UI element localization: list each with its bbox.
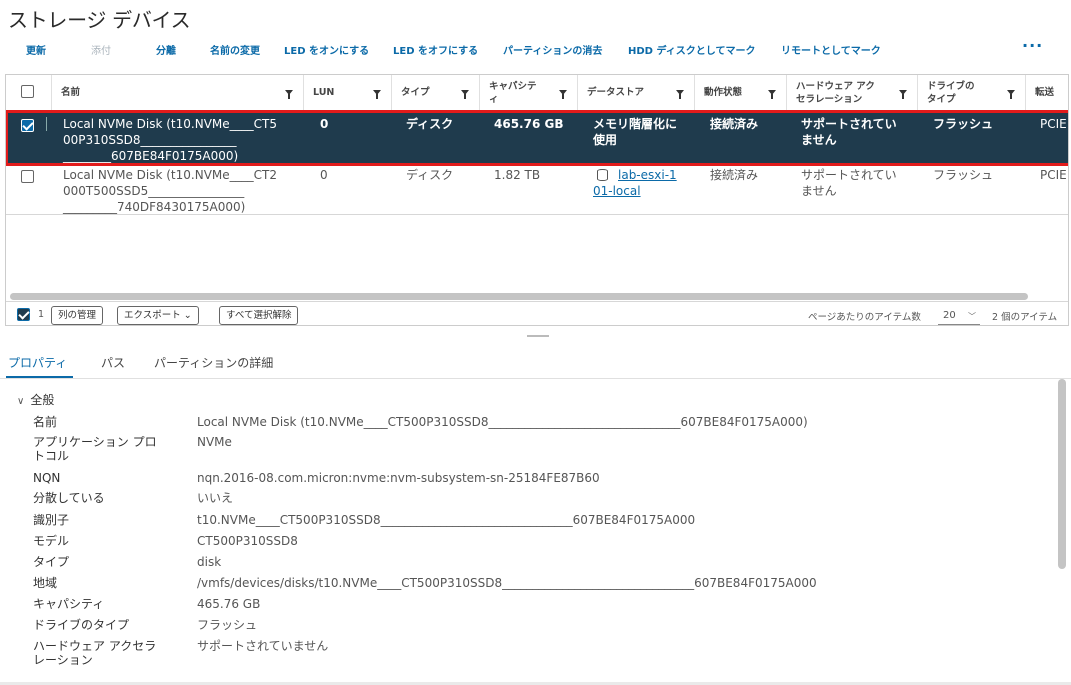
prop-value: いいえ	[197, 491, 234, 505]
column-header-op-state[interactable]: 動作状態	[694, 75, 786, 111]
prop-value: フラッシュ	[197, 618, 258, 632]
prop-value: 465.76 GB	[197, 597, 261, 611]
vertical-scrollbar[interactable]	[1058, 379, 1066, 569]
selected-count: 1	[38, 309, 45, 320]
prop-value: disk	[197, 555, 222, 569]
horizontal-scrollbar[interactable]	[10, 293, 1028, 300]
cell-type: ディスク	[406, 117, 454, 131]
cell-op-state: 接続済み	[710, 168, 759, 182]
cell-drive-type: フラッシュ	[933, 168, 994, 182]
page-title: ストレージ デバイス	[8, 8, 191, 32]
refresh-button[interactable]: 更新	[26, 42, 46, 57]
column-header-drive-type[interactable]: ドライブのタイプ	[917, 75, 1025, 111]
tab-partition-details[interactable]: パーティションの詳細	[154, 354, 273, 371]
cell-transport: PCIE	[1040, 117, 1067, 131]
table-row[interactable]: Local NVMe Disk (t10.NVMe____CT2 000T500…	[6, 165, 1068, 215]
grid-header: 名前 LUN タイプ キャパシティ データストア 動作状態 ハードウェア アクセ…	[6, 75, 1068, 111]
cell-hw-accel: サポートされてい ません	[801, 117, 897, 147]
prop-label: アプリケーション プロトコル	[33, 435, 157, 463]
cell-name: Local NVMe Disk (t10.NVMe____CT5 00P310S…	[63, 117, 277, 163]
tab-properties[interactable]: プロパティ	[8, 354, 67, 371]
prop-label: NQN	[33, 471, 61, 485]
cell-capacity: 465.76 GB	[494, 117, 564, 131]
column-header-datastore[interactable]: データストア	[577, 75, 694, 111]
filter-icon[interactable]	[676, 90, 684, 99]
cell-capacity: 1.82 TB	[494, 168, 541, 182]
mark-hdd-button[interactable]: HDD ディスクとしてマーク	[628, 42, 755, 57]
chevron-down-icon: ∨	[17, 396, 25, 407]
column-header-name[interactable]: 名前	[51, 75, 303, 111]
column-header-lun[interactable]: LUN	[303, 75, 391, 111]
filter-icon[interactable]	[1007, 90, 1015, 99]
filter-icon[interactable]	[373, 90, 381, 99]
cell-transport: PCIE	[1040, 168, 1067, 182]
toolbar: 更新 添付 分離 名前の変更 LED をオンにする LED をオフにする パーテ…	[14, 36, 1064, 62]
filter-icon[interactable]	[461, 90, 469, 99]
led-off-button[interactable]: LED をオフにする	[393, 42, 478, 57]
prop-label: モデル	[33, 534, 70, 548]
resize-handle[interactable]	[527, 335, 549, 337]
grid-footer: 1 列の管理 エクスポート ⌄ すべて選択解除 ページあたりのアイテム数 20 …	[6, 301, 1068, 325]
prop-label: 名前	[33, 415, 58, 429]
tab-paths[interactable]: パス	[101, 354, 125, 371]
column-header-capacity[interactable]: キャパシティ	[479, 75, 577, 111]
column-header-hw-accel[interactable]: ハードウェア アクセラレーション	[786, 75, 917, 111]
clear-selection-button[interactable]: すべて選択解除	[219, 306, 299, 325]
cell-op-state: 接続済み	[710, 117, 759, 131]
prop-value: nqn.2016-08.com.micron:nvme:nvm-subsyste…	[197, 471, 600, 485]
chevron-down-icon: ﹀	[968, 312, 976, 321]
prop-value: /vmfs/devices/disks/t10.NVMe____CT500P31…	[197, 576, 817, 590]
total-items: 2 個のアイテム	[992, 312, 1058, 323]
cell-hw-accel: サポートされてい ません	[801, 168, 897, 198]
row-checkbox[interactable]	[21, 170, 34, 183]
column-header-type[interactable]: タイプ	[391, 75, 479, 111]
prop-label: ハードウェア アクセラレーション	[33, 639, 157, 667]
prop-label: タイプ	[33, 555, 70, 569]
cell-lun: 0	[320, 168, 328, 182]
prop-value: Local NVMe Disk (t10.NVMe____CT500P310SS…	[197, 415, 808, 429]
items-per-page-select[interactable]: 20 ﹀	[938, 307, 980, 325]
filter-icon[interactable]	[559, 90, 567, 99]
erase-partitions-button[interactable]: パーティションの消去	[503, 42, 602, 57]
cell-name: Local NVMe Disk (t10.NVMe____CT2 000T500…	[63, 168, 277, 214]
more-actions-icon[interactable]: ···	[1022, 36, 1043, 55]
properties-panel: ∨ 全般 名前 Local NVMe Disk (t10.NVMe____CT50…	[0, 379, 1071, 685]
table-row[interactable]: Local NVMe Disk (t10.NVMe____CT5 00P310S…	[6, 110, 1068, 166]
datastore-link[interactable]: lab-esxi-1 01-local	[593, 167, 683, 199]
prop-label: キャパシティ	[33, 597, 105, 611]
row-checkbox[interactable]	[21, 119, 34, 132]
prop-label: 識別子	[33, 513, 70, 527]
prop-value: NVMe	[197, 435, 232, 449]
items-per-page-label: ページあたりのアイテム数	[808, 312, 921, 323]
filter-icon[interactable]	[899, 90, 907, 99]
prop-value: t10.NVMe____CT500P310SSD8_______________…	[197, 513, 696, 527]
export-button[interactable]: エクスポート ⌄	[117, 306, 199, 325]
prop-value: CT500P310SSD8	[197, 534, 298, 548]
prop-label: ドライブのタイプ	[33, 618, 130, 632]
filter-icon[interactable]	[768, 90, 776, 99]
footer-selection-checkbox[interactable]	[17, 308, 30, 321]
rename-button[interactable]: 名前の変更	[210, 42, 260, 57]
cell-lun: 0	[320, 117, 329, 131]
led-on-button[interactable]: LED をオンにする	[284, 42, 369, 57]
mark-remote-button[interactable]: リモートとしてマーク	[781, 42, 881, 57]
detach-button[interactable]: 分離	[156, 42, 176, 57]
filter-icon[interactable]	[285, 90, 293, 99]
cell-type: ディスク	[406, 168, 454, 182]
section-general-toggle[interactable]: ∨ 全般	[17, 391, 54, 408]
prop-value: サポートされていません	[197, 639, 329, 653]
select-all-checkbox[interactable]	[21, 85, 34, 98]
cell-datastore: メモリ階層化に 使用	[593, 117, 678, 147]
prop-label: 地域	[33, 576, 58, 590]
manage-columns-button[interactable]: 列の管理	[51, 306, 104, 325]
attach-button[interactable]: 添付	[91, 42, 111, 57]
cell-drive-type: フラッシュ	[933, 117, 994, 131]
prop-label: 分散している	[33, 491, 105, 505]
column-header-transport[interactable]: 転送	[1025, 75, 1068, 111]
storage-devices-grid: 名前 LUN タイプ キャパシティ データストア 動作状態 ハードウェア アクセ…	[5, 74, 1069, 326]
